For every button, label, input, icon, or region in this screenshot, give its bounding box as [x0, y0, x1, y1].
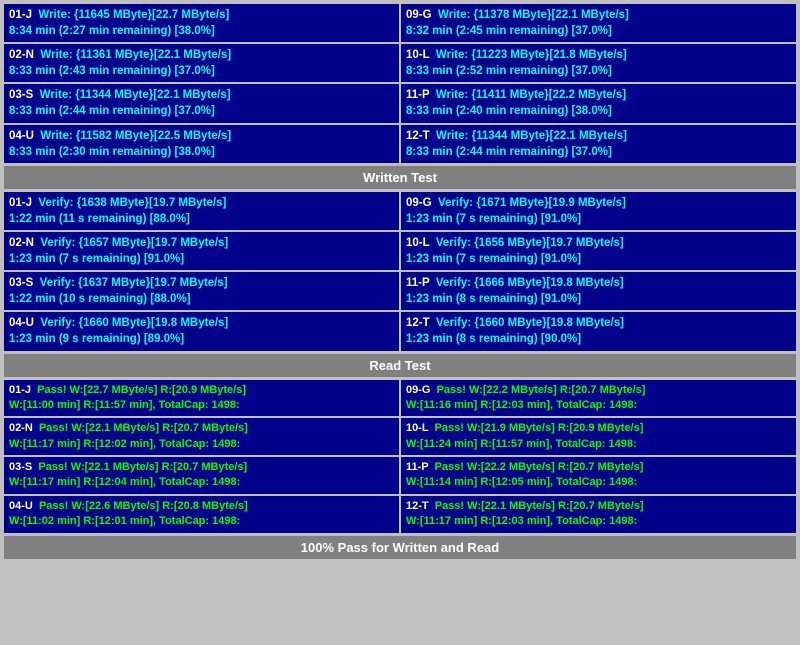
write-grid: 01-J Write: {11645 MByte}[22.7 MByte/s] … — [4, 4, 796, 163]
verify-grid-cell-02-N-left: 02-N Verify: {1657 MByte}[19.7 MByte/s] … — [4, 232, 399, 270]
write-grid-cell-12-T-right: 12-T Write: {11344 MByte}[22.1 MByte/s] … — [401, 125, 796, 163]
verify-grid-cell-11-P-right: 11-P Verify: {1666 MByte}[19.8 MByte/s] … — [401, 272, 796, 310]
verify-grid-cell-10-L-right: 10-L Verify: {1656 MByte}[19.7 MByte/s] … — [401, 232, 796, 270]
verify-grid-cell-09-G-right: 09-G Verify: {1671 MByte}[19.9 MByte/s] … — [401, 192, 796, 230]
footer-label: 100% Pass for Written and Read — [4, 536, 796, 559]
verify-section: 01-J Verify: {1638 MByte}[19.7 MByte/s] … — [4, 192, 796, 351]
pass-grid-cell-10-L-right: 10-L Pass! W:[21.9 MByte/s] R:[20.9 MByt… — [401, 418, 796, 455]
verify-grid-cell-12-T-right: 12-T Verify: {1660 MByte}[19.8 MByte/s] … — [401, 312, 796, 350]
write-grid-cell-02-N-left: 02-N Write: {11361 MByte}[22.1 MByte/s] … — [4, 44, 399, 82]
verify-grid-cell-01-J-left: 01-J Verify: {1638 MByte}[19.7 MByte/s] … — [4, 192, 399, 230]
verify-grid: 01-J Verify: {1638 MByte}[19.7 MByte/s] … — [4, 192, 796, 351]
verify-grid-cell-04-U-left: 04-U Verify: {1660 MByte}[19.8 MByte/s] … — [4, 312, 399, 350]
pass-grid-cell-01-J-left: 01-J Pass! W:[22.7 MByte/s] R:[20.9 MByt… — [4, 380, 399, 417]
write-grid-cell-10-L-right: 10-L Write: {11223 MByte}[21.8 MByte/s] … — [401, 44, 796, 82]
pass-grid: 01-J Pass! W:[22.7 MByte/s] R:[20.9 MByt… — [4, 380, 796, 533]
pass-grid-cell-11-P-right: 11-P Pass! W:[22.2 MByte/s] R:[20.7 MByt… — [401, 457, 796, 494]
write-grid-cell-01-J-left: 01-J Write: {11645 MByte}[22.7 MByte/s] … — [4, 4, 399, 42]
pass-grid-cell-04-U-left: 04-U Pass! W:[22.6 MByte/s] R:[20.8 MByt… — [4, 496, 399, 533]
pass-grid-cell-03-S-left: 03-S Pass! W:[22.1 MByte/s] R:[20.7 MByt… — [4, 457, 399, 494]
pass-grid-cell-02-N-left: 02-N Pass! W:[22.1 MByte/s] R:[20.7 MByt… — [4, 418, 399, 455]
verify-grid-cell-03-S-left: 03-S Verify: {1637 MByte}[19.7 MByte/s] … — [4, 272, 399, 310]
read-test-label: Read Test — [4, 354, 796, 377]
write-grid-cell-09-G-right: 09-G Write: {11378 MByte}[22.1 MByte/s] … — [401, 4, 796, 42]
write-grid-cell-04-U-left: 04-U Write: {11582 MByte}[22.5 MByte/s] … — [4, 125, 399, 163]
pass-grid-cell-09-G-right: 09-G Pass! W:[22.2 MByte/s] R:[20.7 MByt… — [401, 380, 796, 417]
pass-grid-cell-12-T-right: 12-T Pass! W:[22.1 MByte/s] R:[20.7 MByt… — [401, 496, 796, 533]
write-grid-cell-03-S-left: 03-S Write: {11344 MByte}[22.1 MByte/s] … — [4, 84, 399, 122]
main-container: 01-J Write: {11645 MByte}[22.7 MByte/s] … — [0, 0, 800, 563]
written-test-label: Written Test — [4, 166, 796, 189]
pass-section: 01-J Pass! W:[22.7 MByte/s] R:[20.9 MByt… — [4, 380, 796, 533]
write-section: 01-J Write: {11645 MByte}[22.7 MByte/s] … — [4, 4, 796, 163]
write-grid-cell-11-P-right: 11-P Write: {11411 MByte}[22.2 MByte/s] … — [401, 84, 796, 122]
